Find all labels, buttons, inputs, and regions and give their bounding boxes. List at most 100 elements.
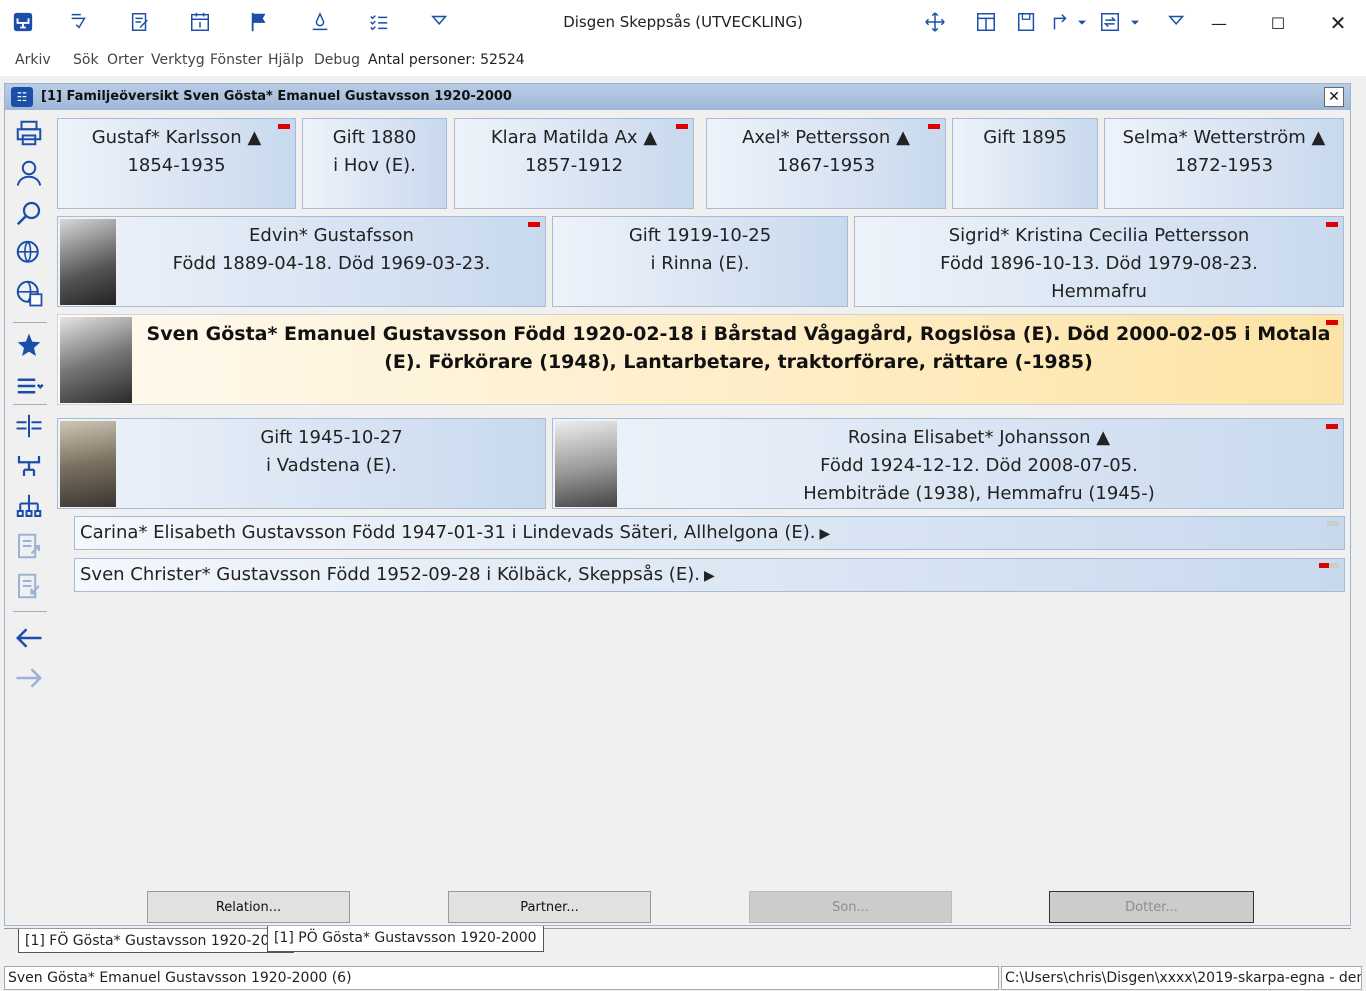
child-row[interactable]: Carina* Elisabeth Gustavsson Född 1947-0…	[74, 516, 1345, 550]
filter-dropdown-icon[interactable]	[428, 9, 454, 35]
focus-name: Sven Gösta* Emanuel Gustavsson	[146, 323, 507, 345]
father-card[interactable]: Edvin* Gustafsson Född 1889-04-18. Död 1…	[57, 216, 546, 307]
person-years: 1854-1935	[127, 155, 226, 176]
save-icon[interactable]	[1014, 9, 1040, 35]
chevron-down-icon[interactable]	[1127, 9, 1143, 35]
marriage-date: Gift 1919-10-25	[628, 225, 772, 246]
tab-family-overview[interactable]: [1] FÖ Gösta* Gustavsson 1920-2000	[18, 929, 295, 953]
menu-arkiv[interactable]: Arkiv	[15, 52, 51, 68]
marriage-place: i Vadstena (E).	[266, 455, 397, 476]
branch-icon[interactable]	[1047, 9, 1073, 35]
person-occupation: Hembiträde (1938), Hemmafru (1945-)	[803, 483, 1155, 504]
flag-icon[interactable]	[247, 9, 273, 35]
anchor-icon[interactable]	[307, 9, 333, 35]
menu-debug[interactable]: Debug	[314, 52, 360, 68]
print-icon[interactable]	[9, 116, 49, 150]
person-years: 1867-1953	[776, 155, 876, 176]
flag-marker	[1326, 222, 1338, 227]
grandmother-paternal-card[interactable]: Klara Matilda Ax ▲ 1857-1912	[454, 118, 694, 209]
has-parents-icon: ▲	[643, 127, 658, 148]
menu-verktyg[interactable]: Verktyg	[151, 52, 205, 68]
child-text: Carina* Elisabeth Gustavsson Född 1947-0…	[80, 522, 816, 543]
person-dates: Född 1924-12-12. Död 2008-07-05.	[820, 455, 1138, 476]
son-button: Son...	[749, 891, 952, 923]
person-years: 1872-1953	[1174, 155, 1274, 176]
relation-button[interactable]: Relation...	[147, 891, 350, 923]
globe-list-icon[interactable]	[9, 276, 49, 310]
has-parents-icon: ▲	[1311, 127, 1326, 148]
marriage-date: Gift 1945-10-27	[260, 427, 403, 448]
chevron-down-icon[interactable]	[1074, 9, 1090, 35]
mother-card[interactable]: Sigrid* Kristina Cecilia Pettersson Född…	[854, 216, 1344, 307]
grandfather-paternal-card[interactable]: Gustaf* Karlsson ▲ 1854-1935	[57, 118, 296, 209]
star-menu-icon[interactable]	[9, 329, 49, 363]
family-tree-icon: ☷	[11, 87, 33, 107]
marriage-place: i Rinna (E).	[650, 253, 750, 274]
swap-icon[interactable]	[1097, 9, 1123, 35]
focus-photo	[60, 317, 132, 403]
grandfather-maternal-card[interactable]: Axel* Pettersson ▲ 1867-1953	[706, 118, 946, 209]
export-list-icon	[9, 529, 49, 563]
status-current-person: Sven Gösta* Emanuel Gustavsson 1920-2000…	[4, 966, 999, 990]
child-text: Sven Christer* Gustavsson Född 1952-09-2…	[80, 564, 700, 585]
person-name: Rosina Elisabet* Johansson	[847, 427, 1091, 448]
minimize-button[interactable]: —	[1196, 0, 1242, 46]
edit-note-icon[interactable]	[127, 9, 153, 35]
forward-arrow-icon	[9, 661, 49, 695]
marriage-card-paternal[interactable]: Gift 1880 i Hov (E).	[302, 118, 447, 209]
status-database-path: C:\Users\chris\Disgen\xxxx\2019-skarpa-e…	[1001, 966, 1362, 990]
has-children-icon: ▶	[703, 568, 715, 584]
checklist-icon[interactable]	[366, 9, 392, 35]
person-icon[interactable]	[9, 156, 49, 190]
app-logo-icon[interactable]	[10, 9, 36, 35]
filter-dropdown-icon[interactable]	[1165, 9, 1191, 35]
move-icon[interactable]	[922, 9, 948, 35]
descendant-tree-icon[interactable]	[9, 489, 49, 523]
menu-orter[interactable]: Orter	[107, 52, 144, 68]
tab-person-overview[interactable]: [1] PÖ Gösta* Gustavsson 1920-2000	[267, 926, 544, 952]
marriage-date: Gift 1895	[983, 127, 1067, 148]
globe-edit-icon[interactable]	[9, 236, 49, 270]
focus-occupation: Förkörare (1948), Lantarbetare, traktorf…	[428, 351, 1093, 373]
family-overview-window: ☷ [1] Familjeöversikt Sven Gösta* Emanue…	[4, 83, 1351, 926]
menu-sok[interactable]: Sök	[73, 52, 99, 68]
menu-hjalp[interactable]: Hjälp	[268, 52, 304, 68]
back-arrow-icon[interactable]	[9, 621, 49, 655]
app-window: Disgen Skeppsås (UTVECKLING) — ☐ ✕ Arkiv…	[0, 0, 1366, 991]
person-dates: Född 1896-10-13. Död 1979-08-23.	[940, 253, 1258, 274]
flag-marker	[1327, 521, 1339, 526]
marriage-card-maternal[interactable]: Gift 1895	[952, 118, 1098, 209]
search-icon[interactable]	[9, 196, 49, 230]
partner-button[interactable]: Partner...	[448, 891, 651, 923]
child-row[interactable]: Sven Christer* Gustavsson Född 1952-09-2…	[74, 558, 1345, 592]
window-close-button[interactable]: ✕	[1324, 87, 1344, 107]
title-bar: Disgen Skeppsås (UTVECKLING) — ☐ ✕	[0, 0, 1366, 46]
compare-persons-icon[interactable]	[9, 409, 49, 443]
flag-marker	[528, 222, 540, 227]
grandmother-maternal-card[interactable]: Selma* Wetterström ▲ 1872-1953	[1104, 118, 1344, 209]
pen-icon[interactable]	[66, 9, 92, 35]
daughter-button: Dotter...	[1049, 891, 1254, 923]
marriage-date: Gift 1880	[332, 127, 417, 148]
has-parents-icon: ▲	[896, 127, 910, 148]
sidebar-divider	[13, 322, 47, 323]
person-name: Edvin* Gustafsson	[249, 225, 414, 246]
has-parents-icon: ▲	[247, 127, 262, 148]
layout-icon[interactable]	[973, 9, 999, 35]
parents-marriage-card[interactable]: Gift 1919-10-25 i Rinna (E).	[552, 216, 848, 307]
person-count: Antal personer: 52524	[368, 52, 525, 68]
calendar-icon[interactable]	[187, 9, 213, 35]
person-years: 1857-1912	[524, 155, 624, 176]
spouse-marriage-card[interactable]: Gift 1945-10-27 i Vadstena (E).	[57, 418, 546, 509]
focus-person-card[interactable]: Sven Gösta* Emanuel Gustavsson Född 1920…	[57, 314, 1344, 405]
menu-fonster[interactable]: Fönster	[210, 52, 262, 68]
family-tree-icon[interactable]	[9, 449, 49, 483]
person-name: Axel* Pettersson	[742, 127, 891, 148]
close-button[interactable]: ✕	[1315, 0, 1361, 46]
flag-marker	[676, 124, 688, 129]
list-menu-icon[interactable]	[9, 369, 49, 403]
spouse-card[interactable]: Rosina Elisabet* Johansson ▲ Född 1924-1…	[552, 418, 1344, 509]
sidebar-divider	[13, 404, 47, 405]
maximize-button[interactable]: ☐	[1255, 0, 1301, 46]
person-name: Gustaf* Karlsson	[91, 127, 242, 148]
